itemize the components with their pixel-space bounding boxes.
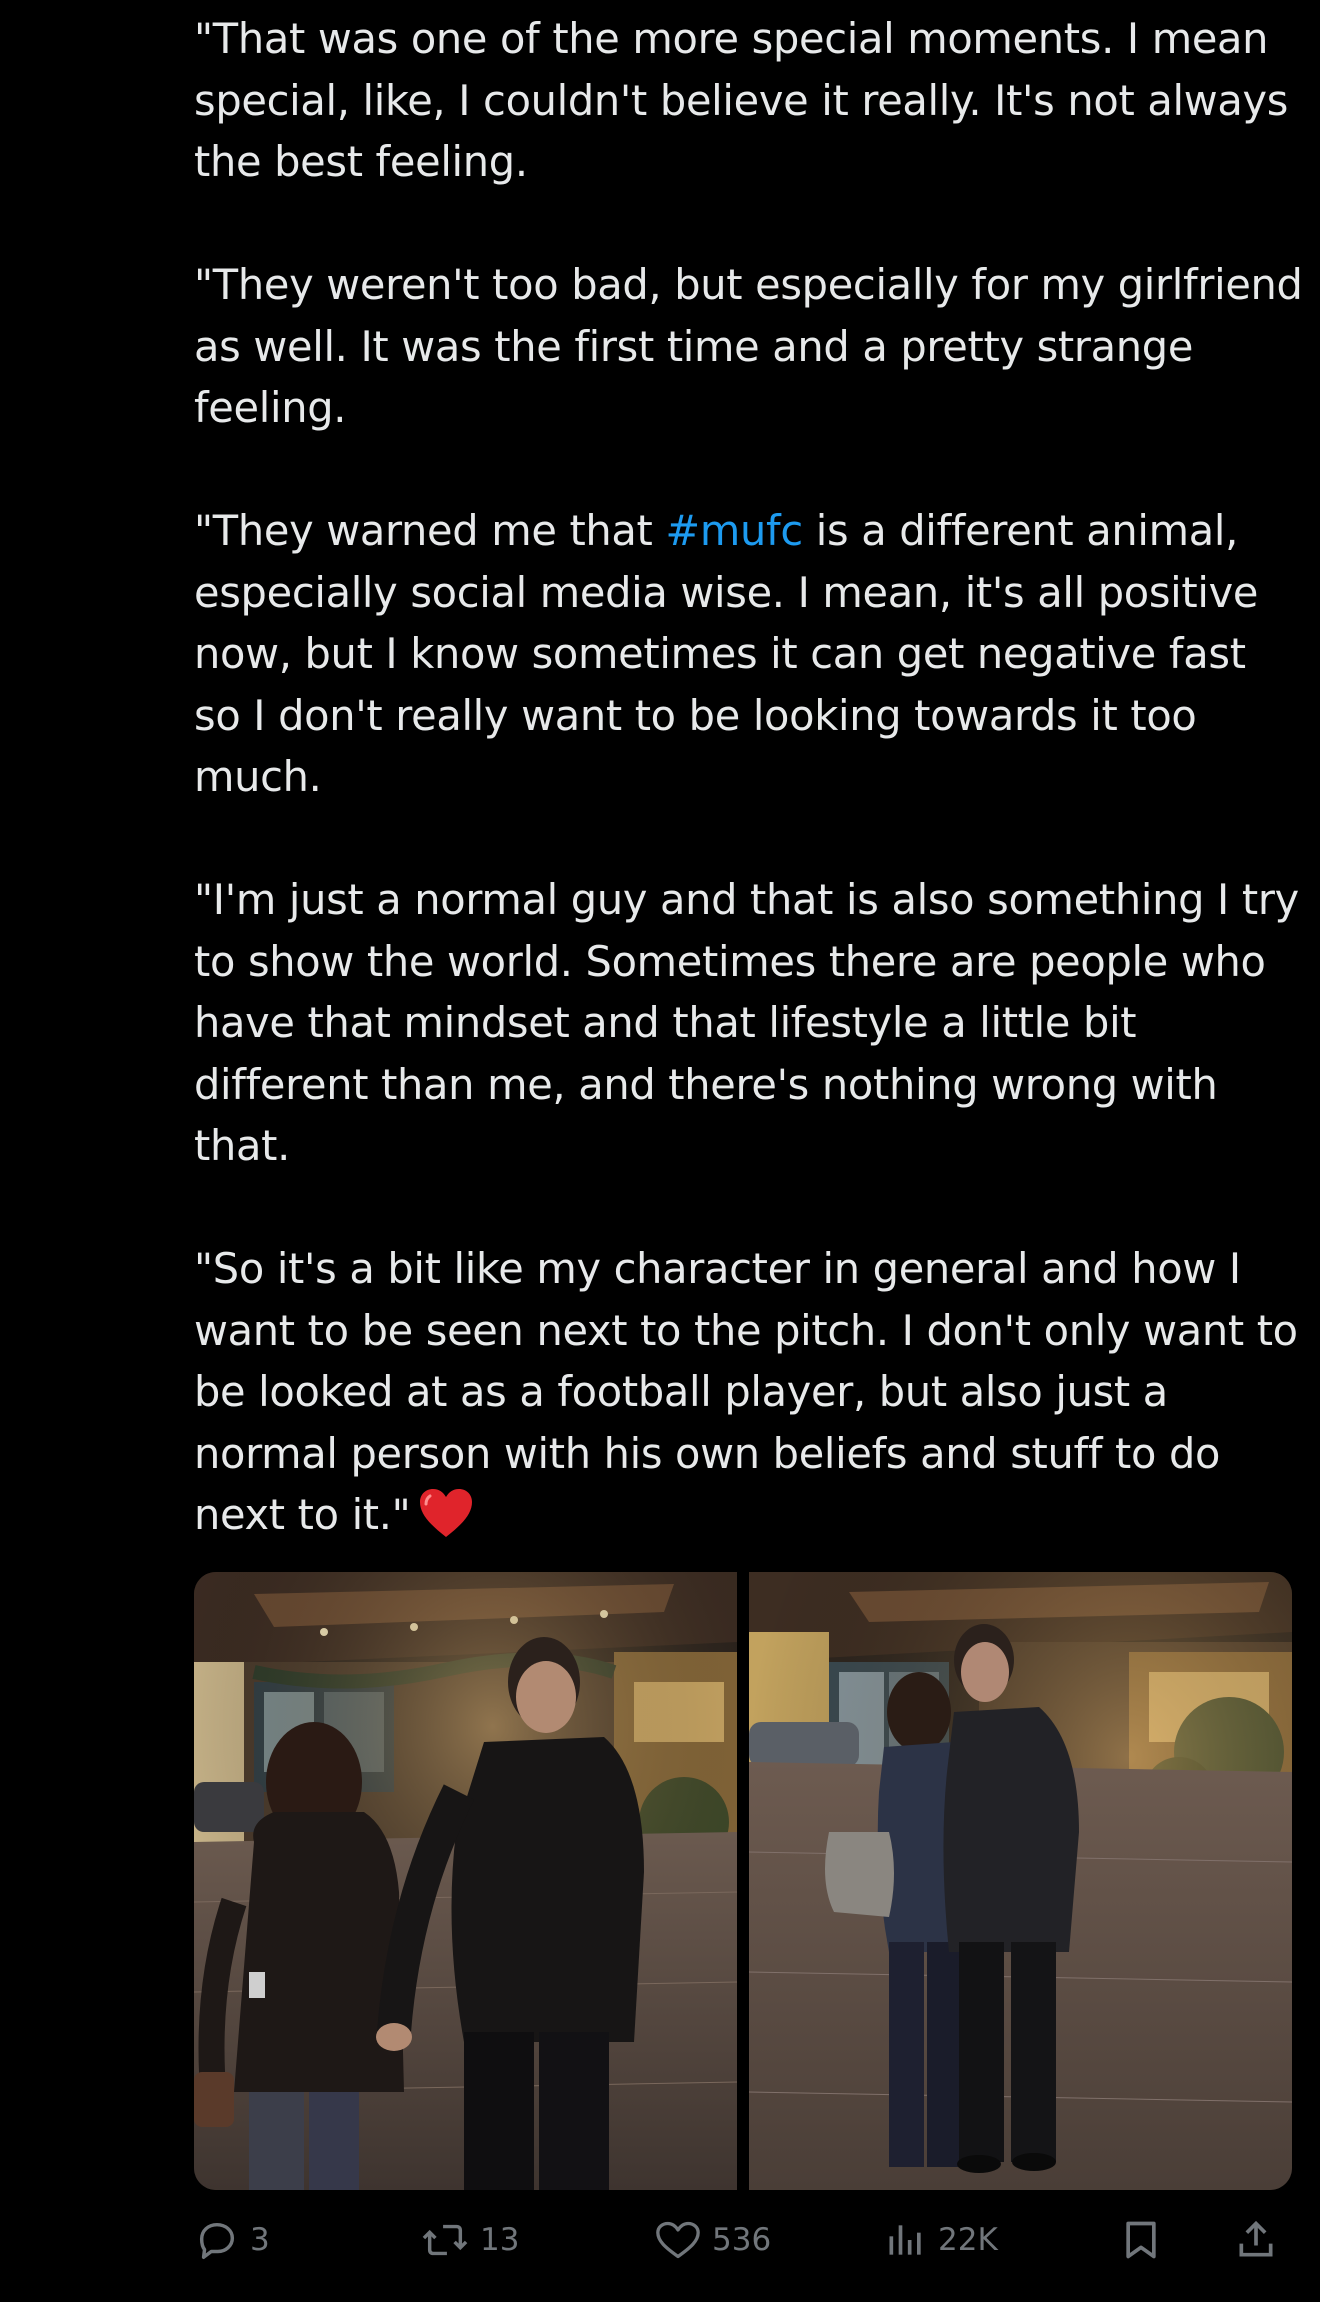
views-button[interactable]: 22K	[884, 2210, 998, 2270]
heart-outline-icon	[654, 2218, 702, 2262]
repost-button[interactable]: 13	[420, 2210, 519, 2270]
bookmark-icon	[1119, 2217, 1163, 2263]
tweet-paragraph: "That was one of the more special moment…	[194, 14, 1289, 186]
repost-count: 13	[480, 2222, 520, 2258]
tweet-text-segment: "So it's a bit like my character in gene…	[194, 1244, 1298, 1539]
like-button[interactable]: 536	[654, 2210, 771, 2270]
views-count: 22K	[938, 2222, 998, 2258]
views-chart-icon	[884, 2218, 928, 2262]
photo-left[interactable]	[194, 1572, 737, 2190]
tweet-text-segment: "They warned me that	[194, 506, 666, 555]
reply-button[interactable]: 3	[194, 2210, 270, 2270]
tweet-action-bar: 3 13 536 22K	[194, 2210, 1300, 2270]
tweet-paragraph: "They warned me that #mufc is a differen…	[194, 500, 1304, 808]
bookmark-button[interactable]	[1119, 2210, 1163, 2270]
red-heart-emoji-icon	[418, 1487, 474, 1539]
repost-icon	[420, 2217, 470, 2263]
tweet-text: "That was one of the more special moment…	[194, 8, 1304, 1546]
reply-count: 3	[250, 2222, 270, 2258]
hashtag-link[interactable]: #mufc	[665, 506, 803, 555]
share-button[interactable]	[1234, 2210, 1278, 2270]
like-count: 536	[712, 2222, 772, 2258]
share-icon	[1234, 2217, 1278, 2263]
tweet-media[interactable]	[194, 1572, 1292, 2190]
tweet-paragraph: "So it's a bit like my character in gene…	[194, 1238, 1304, 1546]
photo-right[interactable]	[749, 1572, 1292, 2190]
tweet-paragraph: "They weren't too bad, but especially fo…	[194, 260, 1303, 432]
reply-icon	[194, 2217, 240, 2263]
tweet-paragraph: "I'm just a normal guy and that is also …	[194, 875, 1299, 1170]
